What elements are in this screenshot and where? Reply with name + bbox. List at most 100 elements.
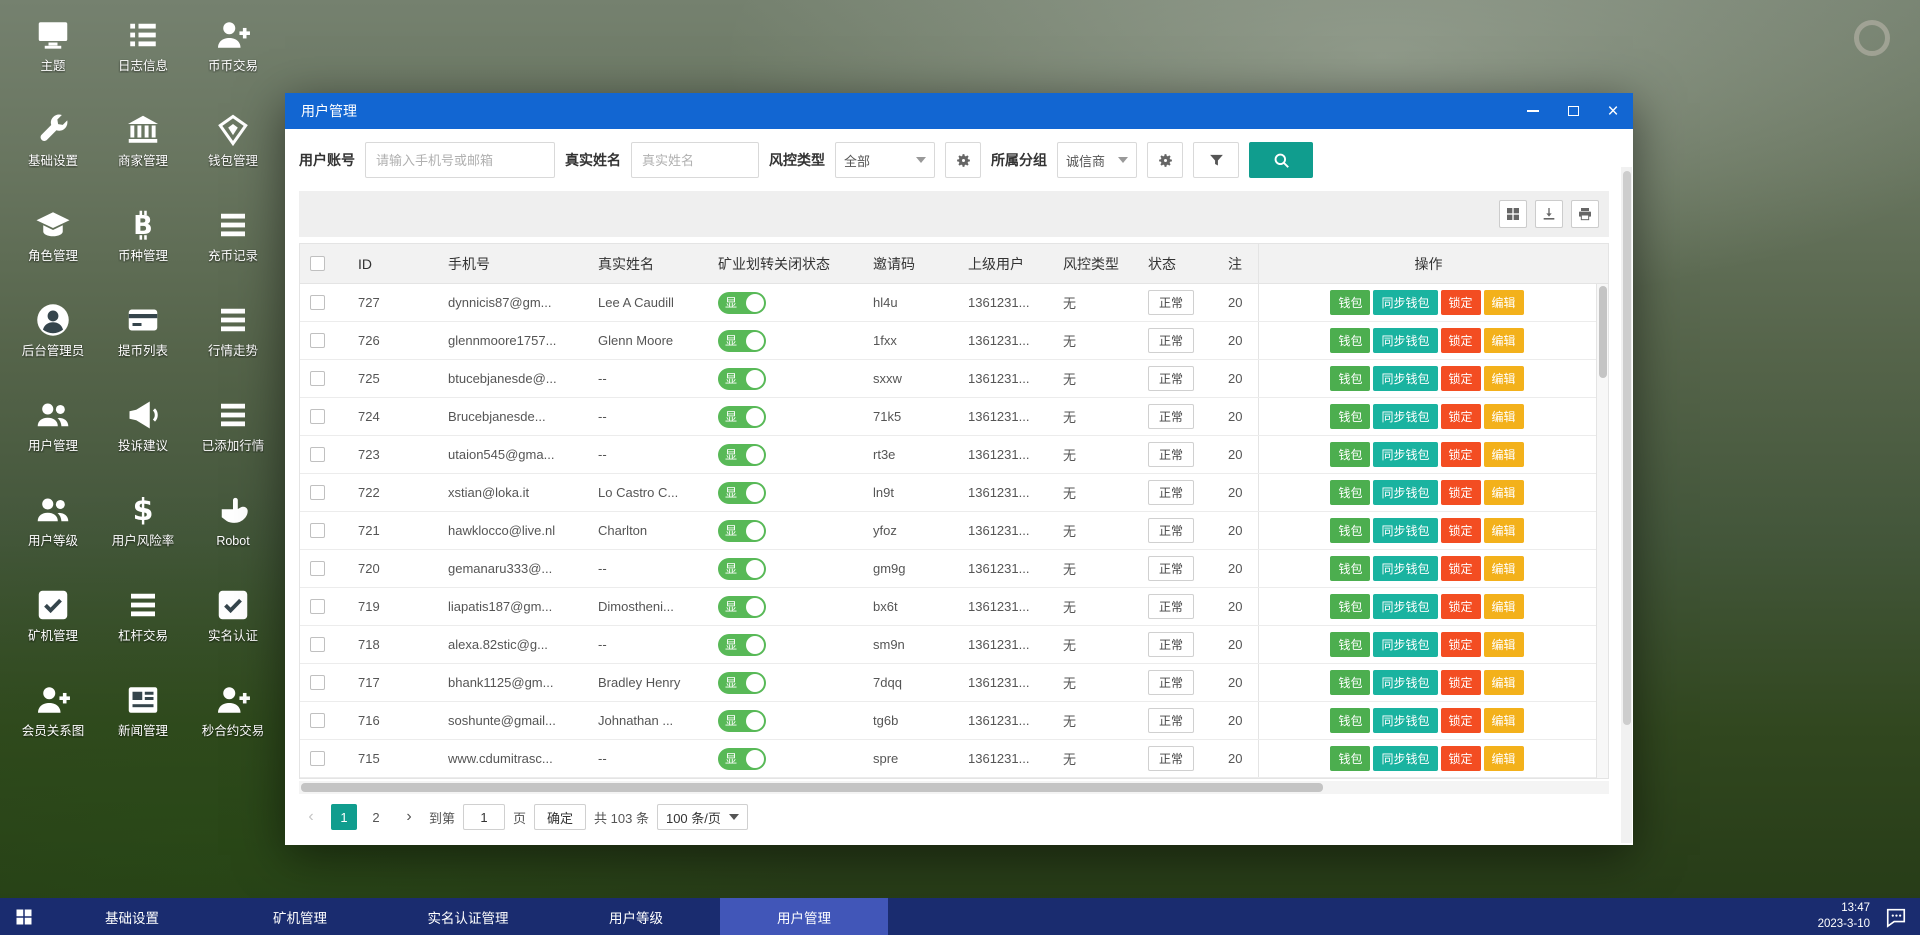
edit-button[interactable]: 编辑 — [1483, 670, 1524, 695]
scrollbar-thumb[interactable] — [1599, 286, 1607, 378]
page-button[interactable]: 2 — [363, 804, 389, 830]
status-button[interactable]: 正常 — [1148, 290, 1195, 315]
row-checkbox[interactable] — [310, 409, 325, 424]
confirm-page-button[interactable]: 确定 — [534, 804, 587, 830]
status-button[interactable]: 正常 — [1148, 670, 1195, 695]
wallet-button[interactable]: 钱包 — [1330, 708, 1371, 733]
wallet-button[interactable]: 钱包 — [1330, 594, 1371, 619]
per-page-select[interactable]: 100 条/页 — [656, 804, 748, 830]
transfer-toggle[interactable]: 显 — [718, 747, 766, 770]
desktop-shortcut[interactable]: 提币列表 — [98, 291, 188, 386]
sync-wallet-button[interactable]: 同步钱包 — [1373, 480, 1438, 505]
wallet-button[interactable]: 钱包 — [1330, 556, 1371, 581]
realname-input[interactable] — [631, 142, 759, 178]
print-button[interactable] — [1571, 200, 1599, 228]
transfer-toggle[interactable]: 显 — [718, 671, 766, 694]
lock-button[interactable]: 锁定 — [1440, 632, 1481, 657]
transfer-toggle[interactable]: 显 — [718, 595, 766, 618]
transfer-toggle[interactable]: 显 — [718, 405, 766, 428]
edit-button[interactable]: 编辑 — [1483, 594, 1524, 619]
wallet-button[interactable]: 钱包 — [1330, 404, 1371, 429]
lock-button[interactable]: 锁定 — [1440, 480, 1481, 505]
transfer-toggle[interactable]: 显 — [718, 519, 766, 542]
wallet-button[interactable]: 钱包 — [1330, 290, 1371, 315]
lock-button[interactable]: 锁定 — [1440, 518, 1481, 543]
transfer-toggle[interactable]: 显 — [718, 709, 766, 732]
edit-button[interactable]: 编辑 — [1483, 632, 1524, 657]
taskbar-item[interactable]: 基础设置 — [48, 898, 216, 935]
sync-wallet-button[interactable]: 同步钱包 — [1373, 366, 1438, 391]
desktop-shortcut[interactable]: 商家管理 — [98, 101, 188, 196]
row-checkbox[interactable] — [310, 561, 325, 576]
desktop-shortcut[interactable]: 充币记录 — [188, 196, 278, 291]
edit-button[interactable]: 编辑 — [1483, 556, 1524, 581]
status-button[interactable]: 正常 — [1148, 480, 1195, 505]
window-titlebar[interactable]: 用户管理 × — [285, 93, 1633, 129]
lock-button[interactable]: 锁定 — [1440, 328, 1481, 353]
wallet-button[interactable]: 钱包 — [1330, 632, 1371, 657]
row-checkbox[interactable] — [310, 751, 325, 766]
desktop-shortcut[interactable]: 角色管理 — [8, 196, 98, 291]
sync-wallet-button[interactable]: 同步钱包 — [1373, 746, 1438, 771]
search-button[interactable] — [1249, 142, 1313, 178]
status-button[interactable]: 正常 — [1148, 518, 1195, 543]
status-button[interactable]: 正常 — [1148, 328, 1195, 353]
desktop-shortcut[interactable]: Robot — [188, 481, 278, 576]
group-settings-button[interactable] — [1147, 142, 1183, 178]
edit-button[interactable]: 编辑 — [1483, 708, 1524, 733]
wallet-button[interactable]: 钱包 — [1330, 746, 1371, 771]
row-checkbox[interactable] — [310, 675, 325, 690]
lock-button[interactable]: 锁定 — [1440, 442, 1481, 467]
desktop-shortcut[interactable]: 会员关系图 — [8, 671, 98, 766]
sync-wallet-button[interactable]: 同步钱包 — [1373, 328, 1438, 353]
account-input[interactable] — [365, 142, 555, 178]
lock-button[interactable]: 锁定 — [1440, 594, 1481, 619]
columns-toggle-button[interactable] — [1499, 200, 1527, 228]
edit-button[interactable]: 编辑 — [1483, 404, 1524, 429]
row-checkbox[interactable] — [310, 447, 325, 462]
transfer-toggle[interactable]: 显 — [718, 557, 766, 580]
status-button[interactable]: 正常 — [1148, 746, 1195, 771]
export-button[interactable] — [1535, 200, 1563, 228]
lock-button[interactable]: 锁定 — [1440, 746, 1481, 771]
lock-button[interactable]: 锁定 — [1440, 708, 1481, 733]
edit-button[interactable]: 编辑 — [1483, 290, 1524, 315]
lock-button[interactable]: 锁定 — [1440, 290, 1481, 315]
start-button[interactable] — [0, 898, 48, 935]
chat-button[interactable] — [1884, 905, 1908, 929]
next-page-button[interactable]: › — [397, 804, 421, 830]
desktop-shortcut[interactable]: $ 用户风险率 — [98, 481, 188, 576]
wallet-button[interactable]: 钱包 — [1330, 442, 1371, 467]
sync-wallet-button[interactable]: 同步钱包 — [1373, 290, 1438, 315]
status-button[interactable]: 正常 — [1148, 556, 1195, 581]
taskbar-item[interactable]: 用户等级 — [552, 898, 720, 935]
desktop-shortcut[interactable]: 杠杆交易 — [98, 576, 188, 671]
transfer-toggle[interactable]: 显 — [718, 367, 766, 390]
status-button[interactable]: 正常 — [1148, 366, 1195, 391]
close-button[interactable]: × — [1593, 93, 1633, 129]
taskbar-clock[interactable]: 13:47 2023-3-10 — [1818, 901, 1870, 932]
wallet-button[interactable]: 钱包 — [1330, 366, 1371, 391]
row-checkbox[interactable] — [310, 713, 325, 728]
maximize-button[interactable] — [1553, 93, 1593, 129]
sync-wallet-button[interactable]: 同步钱包 — [1373, 518, 1438, 543]
edit-button[interactable]: 编辑 — [1483, 480, 1524, 505]
row-checkbox[interactable] — [310, 295, 325, 310]
desktop-shortcut[interactable]: 后台管理员 — [8, 291, 98, 386]
table-vertical-scrollbar[interactable] — [1596, 284, 1608, 778]
desktop-shortcut[interactable]: 用户等级 — [8, 481, 98, 576]
sync-wallet-button[interactable]: 同步钱包 — [1373, 670, 1438, 695]
edit-button[interactable]: 编辑 — [1483, 518, 1524, 543]
wallet-button[interactable]: 钱包 — [1330, 670, 1371, 695]
desktop-shortcut[interactable]: 日志信息 — [98, 6, 188, 101]
scrollbar-thumb[interactable] — [1622, 171, 1631, 726]
lock-button[interactable]: 锁定 — [1440, 366, 1481, 391]
taskbar-item[interactable]: 实名认证管理 — [384, 898, 552, 935]
desktop-shortcut[interactable]: 基础设置 — [8, 101, 98, 196]
row-checkbox[interactable] — [310, 371, 325, 386]
taskbar-item[interactable]: 矿机管理 — [216, 898, 384, 935]
transfer-toggle[interactable]: 显 — [718, 633, 766, 656]
desktop-shortcut[interactable]: 新闻管理 — [98, 671, 188, 766]
prev-page-button[interactable]: ‹ — [299, 804, 323, 830]
edit-button[interactable]: 编辑 — [1483, 442, 1524, 467]
